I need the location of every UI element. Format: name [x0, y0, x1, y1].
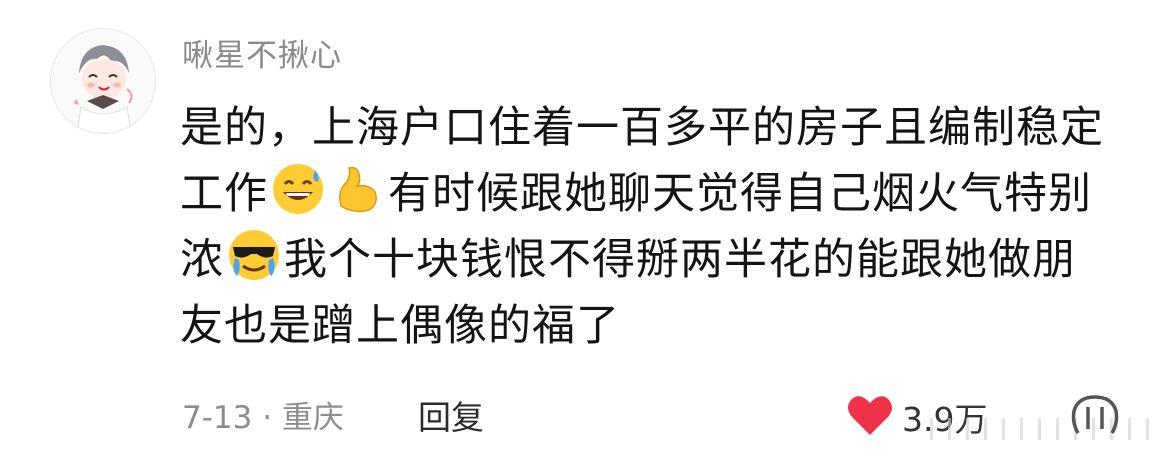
comment-text: 工作: [180, 169, 268, 219]
heart-icon[interactable]: [846, 393, 894, 437]
watermark-overlay: [930, 418, 1155, 440]
comment-text: 有时候跟她聊天觉得自己烟火气特别: [388, 169, 1092, 219]
reply-button[interactable]: 回复: [418, 391, 484, 439]
comment-text: 浓: [180, 235, 224, 285]
comment-bubble-icon[interactable]: [1070, 393, 1120, 439]
sunglasses-tears-face-icon: [229, 230, 279, 280]
comment-text: 我个十块钱恨不得掰两半花的能跟她做朋: [284, 235, 1076, 285]
comment-meta: 7-13 · 重庆: [182, 400, 344, 436]
comment-text: 是的，上海户口住着一百多平的房子且编制稳定: [180, 103, 1104, 153]
avatar[interactable]: [50, 28, 156, 134]
comment-line-4: 友也是蹭上偶像的福了: [180, 293, 1140, 359]
anime-avatar-image: [51, 29, 155, 133]
username[interactable]: 啾星不揪心: [182, 30, 342, 75]
comment-line-2: 工作 有时候跟她聊天觉得自己烟火气特别: [180, 161, 1140, 227]
grinning-sweat-face-icon: [273, 164, 323, 214]
comment-line-3: 浓 我个十块钱恨不得掰两半花的能跟她做朋: [180, 227, 1140, 293]
comment-line-1: 是的，上海户口住着一百多平的房子且编制稳定: [180, 95, 1140, 161]
comment-text: 友也是蹭上偶像的福了: [180, 301, 620, 351]
flexed-biceps-icon: [339, 166, 377, 213]
comment-body: 是的，上海户口住着一百多平的房子且编制稳定 工作 有时候跟她聊天觉得自己烟火气特…: [180, 95, 1140, 359]
